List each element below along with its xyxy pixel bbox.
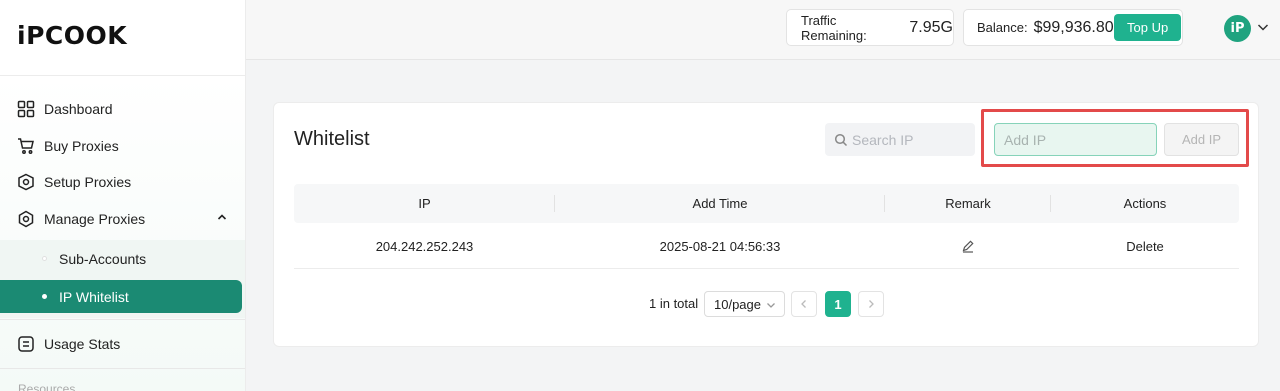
delete-link[interactable]: Delete xyxy=(1051,223,1239,269)
cell-ip: 204.242.252.243 xyxy=(375,238,474,254)
sidebar-item-dashboard[interactable]: Dashboard xyxy=(0,92,245,126)
column-header-label: IP xyxy=(418,196,431,211)
sidebar-section-resources: Resources xyxy=(18,382,76,391)
gear-icon xyxy=(17,210,35,228)
prev-page-button[interactable] xyxy=(791,291,817,317)
list-icon xyxy=(17,335,35,353)
chevron-right-icon xyxy=(869,300,874,308)
sidebar: iPCOOK Dashboard Buy Proxies Setup Proxi… xyxy=(0,0,246,391)
page-button-current[interactable]: 1 xyxy=(825,291,851,317)
traffic-value: 7.95G xyxy=(909,18,953,36)
traffic-label: Traffic Remaining: xyxy=(801,12,867,43)
sidebar-item-buy-proxies[interactable]: Buy Proxies xyxy=(0,129,245,163)
add-ip-button[interactable]: Add IP xyxy=(1164,123,1239,156)
balance: Balance: $99,936.80 Top Up xyxy=(963,9,1183,46)
sidebar-subitem-label: IP Whitelist xyxy=(59,288,129,305)
sidebar-item-label: Usage Stats xyxy=(44,336,121,352)
sidebar-item-manage-proxies[interactable]: Manage Proxies xyxy=(0,202,245,236)
top-header: Traffic Remaining: 7.95G Balance: $99,93… xyxy=(246,0,1280,60)
column-header-remark: Remark xyxy=(885,184,1051,223)
sidebar-item-setup-proxies[interactable]: Setup Proxies xyxy=(0,165,245,199)
search-box[interactable] xyxy=(825,123,975,156)
sidebar-item-label: Setup Proxies xyxy=(44,174,132,190)
cell-remark xyxy=(885,223,1051,269)
chevron-down-icon[interactable] xyxy=(1256,20,1270,34)
column-header-actions: Actions xyxy=(1051,184,1239,223)
pagination: 1 in total 10/page 1 xyxy=(274,291,1260,317)
column-header-add-time: Add Time xyxy=(555,184,885,223)
add-ip-input[interactable] xyxy=(994,123,1157,156)
balance-label: Balance: xyxy=(977,20,1028,35)
sidebar-subitem-label: Sub-Accounts xyxy=(59,250,147,267)
chevron-up-icon[interactable] xyxy=(216,211,228,223)
traffic-remaining: Traffic Remaining: 7.95G xyxy=(786,9,954,46)
table-header: IP Add Time Remark Actions xyxy=(294,184,1239,223)
sidebar-item-usage-stats[interactable]: Usage Stats xyxy=(0,319,245,369)
grid-icon xyxy=(17,100,35,118)
chevron-left-icon xyxy=(801,300,806,308)
cart-icon xyxy=(17,137,35,155)
sidebar-item-label: Dashboard xyxy=(44,101,113,117)
search-ip-input[interactable] xyxy=(852,131,962,148)
search-icon xyxy=(834,133,848,146)
balance-value: $99,936.80 xyxy=(1033,18,1114,36)
page-size-select[interactable]: 10/page xyxy=(704,291,785,317)
table-row: 204.242.252.243 2025-08-21 04:56:33 Dele… xyxy=(294,223,1239,269)
page-size-value: 10/page xyxy=(714,296,761,312)
page-title: Whitelist xyxy=(294,128,370,150)
avatar[interactable]: iP xyxy=(1224,15,1251,42)
edit-icon[interactable] xyxy=(961,239,975,253)
sidebar-item-label: Buy Proxies xyxy=(44,138,119,154)
column-header-ip: IP xyxy=(294,184,555,223)
column-header-label: Actions xyxy=(1123,196,1167,211)
column-header-label: Add Time xyxy=(692,196,748,211)
next-page-button[interactable] xyxy=(858,291,884,317)
bullet-icon xyxy=(42,256,47,261)
top-up-button[interactable]: Top Up xyxy=(1114,14,1182,41)
logo-area: iPCOOK xyxy=(0,0,245,76)
total-count: 1 in total xyxy=(649,296,699,311)
chevron-down-icon xyxy=(767,303,775,308)
sidebar-subitem-ip-whitelist[interactable]: IP Whitelist xyxy=(0,280,242,313)
whitelist-card: Whitelist Add IP IP Add Time Remark Acti… xyxy=(273,102,1259,347)
brand-logo[interactable]: iPCOOK xyxy=(17,21,127,50)
sidebar-nav: Dashboard Buy Proxies Setup Proxies Mana… xyxy=(0,76,245,391)
sidebar-subitem-sub-accounts[interactable]: Sub-Accounts xyxy=(0,242,245,275)
column-header-label: Remark xyxy=(945,196,991,211)
sidebar-item-label: Manage Proxies xyxy=(44,211,146,227)
bullet-icon xyxy=(42,294,47,299)
cell-add-time: 2025-08-21 04:56:33 xyxy=(659,238,781,254)
box-icon xyxy=(17,173,35,191)
